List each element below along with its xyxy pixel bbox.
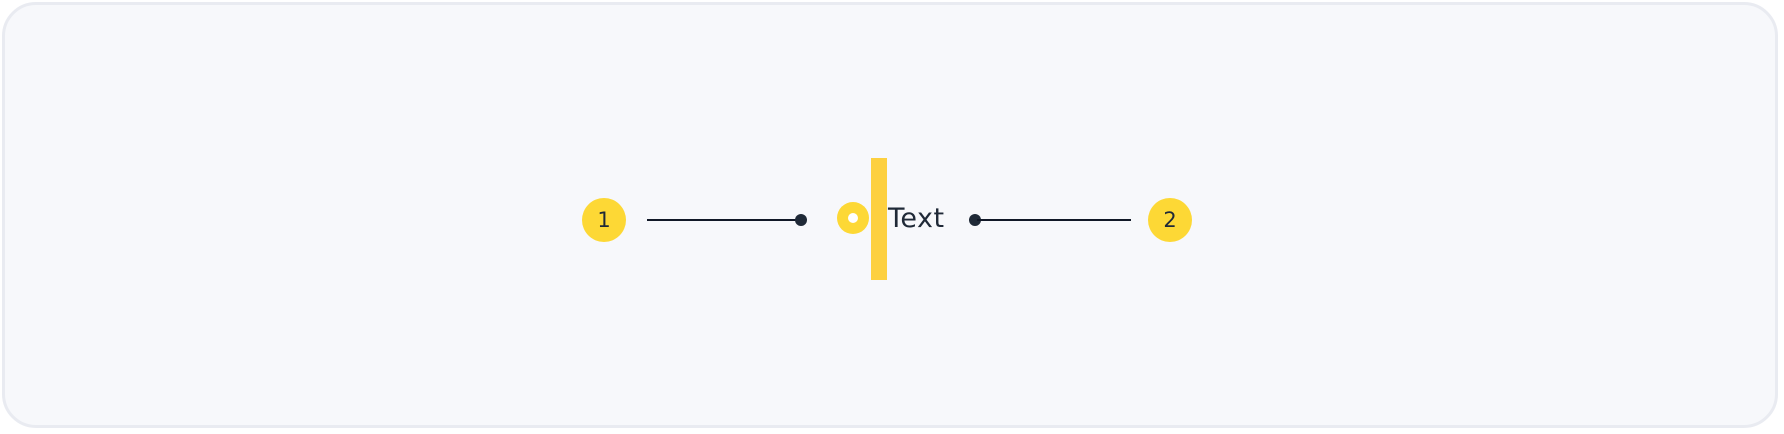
callout-badge-2: 2	[1148, 198, 1192, 242]
radio-button-center	[848, 213, 858, 223]
text-label: Text	[888, 203, 945, 234]
diagram-canvas: 1 Text 2	[2, 2, 1778, 428]
callout-badge-1: 1	[582, 198, 626, 242]
leader-line-1	[647, 219, 799, 221]
leader-line-2	[977, 219, 1131, 221]
leader-dot-1	[795, 214, 807, 226]
radio-button-icon[interactable]	[837, 202, 869, 234]
text-cursor-icon	[871, 158, 887, 280]
